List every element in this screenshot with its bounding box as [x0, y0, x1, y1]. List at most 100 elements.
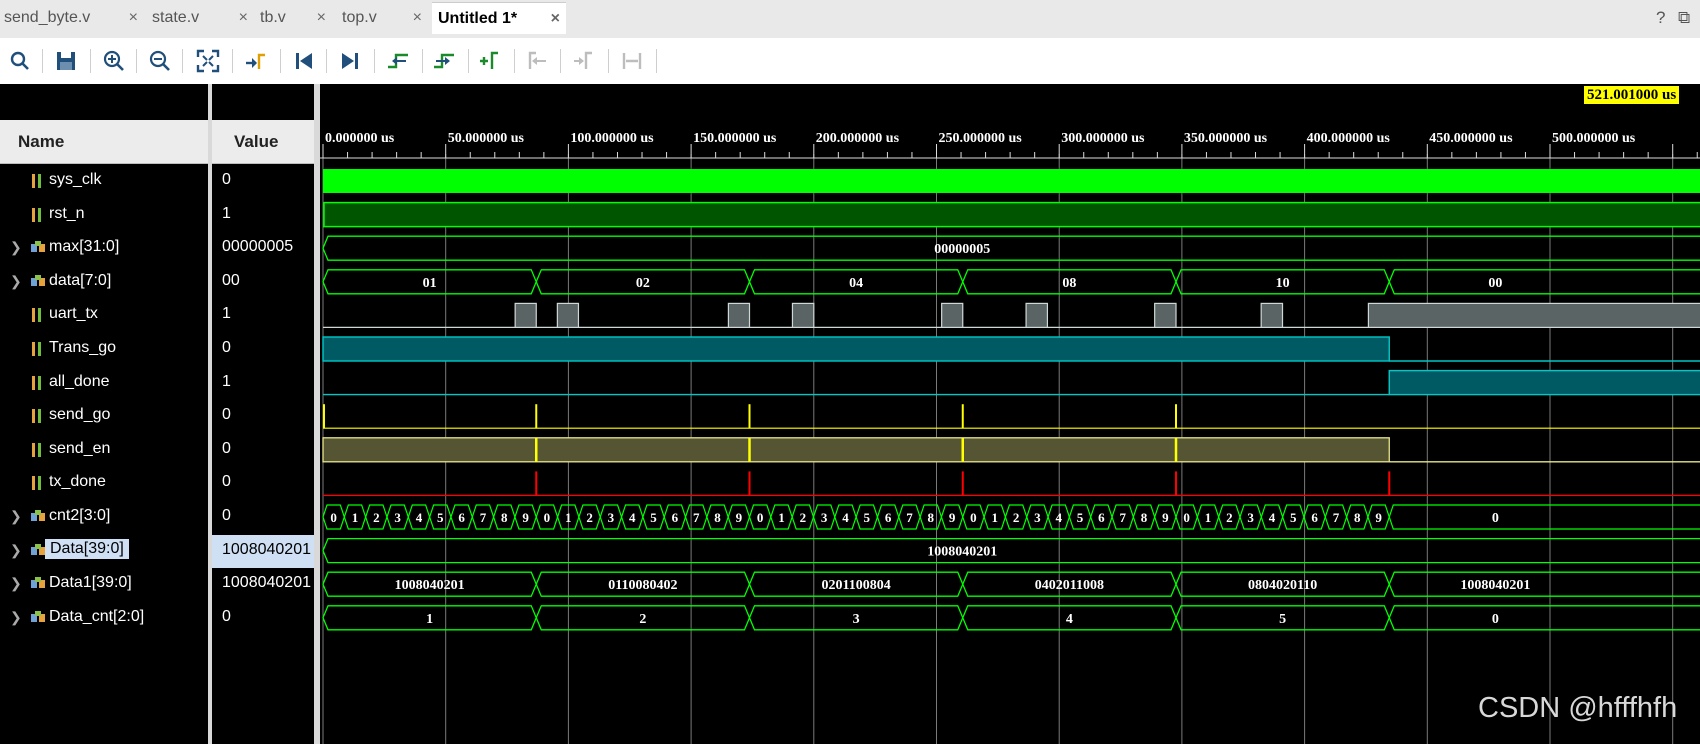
cursor-time-badge[interactable]: 521.001000 us	[1584, 86, 1680, 104]
chevron-right-icon[interactable]: ❯	[10, 575, 22, 592]
signal-name: send_go	[49, 406, 111, 424]
signal-row[interactable]: tx_done	[0, 467, 208, 500]
signal-row[interactable]: ❯ Data1[39:0]	[0, 568, 208, 601]
chevron-right-icon[interactable]: ❯	[10, 508, 22, 525]
signal-row[interactable]: ❯ cnt2[3:0]	[0, 501, 208, 534]
signal-name: tx_done	[49, 473, 106, 491]
wave-cnt2-label: 4	[416, 510, 423, 525]
signal-row[interactable]: rst_n	[0, 199, 208, 232]
signal-value-row[interactable]: 1008040201	[212, 534, 314, 568]
name-column-header[interactable]: Name	[0, 120, 208, 164]
tab-untitled[interactable]: Untitled 1* ×	[432, 2, 566, 34]
wave-cnt2-label: 8	[1141, 510, 1148, 525]
wave-cnt2-label: 9	[1375, 510, 1382, 525]
bus-signal-icon	[31, 274, 45, 286]
signal-name: Data_cnt[2:0]	[49, 607, 145, 625]
signal-value-row[interactable]: 0	[212, 467, 314, 500]
wave-data-segment	[1388, 269, 1700, 295]
wave-max-label: 00000005	[934, 242, 990, 257]
signal-value-row[interactable]: 1	[212, 367, 314, 400]
next-marker-icon[interactable]	[570, 47, 598, 75]
signal-value-row[interactable]: 0	[212, 165, 314, 198]
chevron-right-icon[interactable]: ❯	[10, 609, 22, 626]
scalar-signal-icon	[32, 442, 41, 457]
signal-value-row[interactable]: 0	[212, 602, 314, 635]
previous-marker-icon[interactable]	[522, 47, 550, 75]
value-column-header[interactable]: Value	[212, 120, 314, 164]
tab-tb[interactable]: tb.v ×	[256, 2, 332, 34]
chevron-right-icon[interactable]: ❯	[10, 273, 22, 290]
signal-name: Trans_go	[49, 339, 116, 356]
wave-Data-cnt-label: 2	[639, 612, 646, 627]
signal-value-row[interactable]: 0	[212, 434, 314, 467]
signal-row[interactable]: Trans_go	[0, 333, 208, 366]
wave-cnt2-label: 5	[864, 510, 871, 525]
signal-value-row[interactable]: 0	[212, 501, 314, 534]
tab-label: state.v	[152, 9, 200, 26]
signal-value-row[interactable]: 0	[212, 400, 314, 433]
signal-row[interactable]: uart_tx	[0, 299, 208, 332]
signal-row[interactable]: all_done	[0, 367, 208, 400]
go-to-cursor-icon[interactable]	[242, 47, 270, 75]
restore-icon[interactable]: ⧉	[1678, 8, 1690, 28]
close-icon[interactable]: ×	[239, 2, 248, 34]
add-marker-icon[interactable]	[476, 47, 504, 75]
signal-name-panel: Name sys_clk rst_n ❯ max[31:0] ❯ data[7:0] uar…	[0, 84, 208, 744]
wave-cnt2-label: 6	[1098, 510, 1105, 525]
tab-send-byte[interactable]: send_byte.v ×	[0, 2, 144, 34]
signal-value-row[interactable]: 1	[212, 199, 314, 232]
zoom-fit-icon[interactable]	[194, 47, 222, 75]
signal-value-row[interactable]: 0	[212, 333, 314, 366]
zoom-out-icon[interactable]	[146, 47, 174, 75]
time-ruler-label: 100.000000 us	[570, 131, 654, 146]
wave-cnt2-label: 8	[714, 510, 721, 525]
signal-row[interactable]: sys_clk	[0, 165, 208, 198]
tab-top[interactable]: top.v ×	[338, 2, 428, 34]
wave-data-label: 08	[1062, 276, 1076, 291]
wave-cnt2-label: 5	[1077, 510, 1084, 525]
chevron-right-icon[interactable]: ❯	[10, 542, 22, 559]
swap-cursors-icon[interactable]	[618, 47, 646, 75]
signal-value: 0	[222, 607, 231, 625]
wave-uart-tx-pulse	[727, 302, 751, 328]
close-icon[interactable]: ×	[413, 2, 422, 34]
signal-value-row[interactable]: 1008040201	[212, 568, 314, 601]
signal-row[interactable]: ❯ max[31:0]	[0, 232, 208, 265]
wave-cnt2-label: 9	[949, 510, 956, 525]
close-icon[interactable]: ×	[551, 3, 560, 35]
signal-value: 1	[222, 372, 231, 390]
go-to-last-time-icon[interactable]	[336, 47, 364, 75]
close-icon[interactable]: ×	[317, 2, 326, 34]
signal-value: 0	[222, 339, 231, 356]
wave-Data1-label: 1008040201	[395, 578, 465, 593]
signal-row[interactable]: send_go	[0, 400, 208, 433]
signal-row[interactable]: send_en	[0, 434, 208, 467]
scalar-signal-icon	[32, 207, 41, 222]
wave-Data1-label: 0110080402	[608, 578, 677, 593]
wave-cnt2-label: 3	[608, 510, 615, 525]
next-transition-icon[interactable]	[430, 47, 458, 75]
signal-value-row[interactable]: 1	[212, 299, 314, 332]
go-to-time-0-icon[interactable]	[290, 47, 318, 75]
signal-value: 0	[222, 406, 231, 424]
close-icon[interactable]: ×	[129, 2, 138, 34]
bus-signal-icon	[31, 543, 45, 555]
help-icon[interactable]: ?	[1656, 8, 1665, 28]
search-icon[interactable]	[6, 47, 34, 75]
wave-Data-cnt-label: 4	[1066, 612, 1073, 627]
signal-row[interactable]: ❯ data[7:0]	[0, 266, 208, 299]
signal-value-row[interactable]: 00000005	[212, 232, 314, 265]
save-icon[interactable]	[52, 47, 80, 75]
signal-value-row[interactable]: 00	[212, 266, 314, 299]
tab-state[interactable]: state.v ×	[148, 2, 254, 34]
tab-label: top.v	[342, 9, 377, 26]
previous-transition-icon[interactable]	[384, 47, 412, 75]
wave-cnt2-label: 9	[522, 510, 529, 525]
wave-cnt2-label: 0	[330, 510, 337, 525]
chevron-right-icon[interactable]: ❯	[10, 239, 22, 256]
zoom-in-icon[interactable]	[100, 47, 128, 75]
signal-row[interactable]: ❯ Data_cnt[2:0]	[0, 602, 208, 635]
waveform-svg[interactable]: 0.000000 us 50.000000 us 100.000000 us 150.…	[320, 84, 1700, 744]
signal-row[interactable]: ❯ Data[39:0]	[0, 535, 208, 568]
waveform-canvas[interactable]: 0.000000 us 50.000000 us 100.000000 us 150.…	[320, 84, 1700, 744]
